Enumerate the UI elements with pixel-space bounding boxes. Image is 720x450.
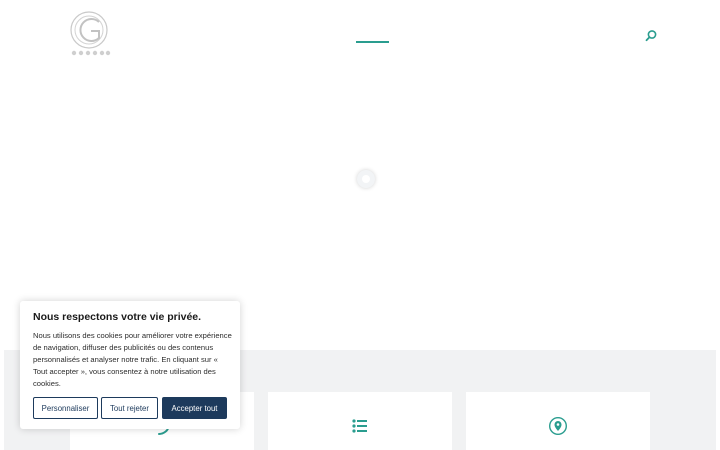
cookie-consent-banner: Nous respectons votre vie privée. Nous u…: [20, 301, 240, 429]
cookie-description: Nous utilisons des cookies pour améliore…: [33, 331, 232, 388]
list-icon: [352, 419, 367, 433]
site-logo[interactable]: [68, 8, 114, 58]
loading-spinner: [357, 170, 375, 188]
cookie-title: Nous respectons votre vie privée.: [33, 311, 202, 323]
active-nav-indicator: [356, 41, 389, 43]
customize-button[interactable]: Personnaliser: [33, 397, 98, 419]
reject-all-button[interactable]: Tout rejeter: [101, 397, 158, 419]
info-card-list[interactable]: [268, 392, 452, 450]
location-pin-icon: [548, 416, 568, 436]
search-button[interactable]: [643, 28, 659, 44]
accept-all-button[interactable]: Accepter tout: [162, 397, 227, 419]
circle-g-logo-icon: [70, 11, 111, 56]
info-card-location[interactable]: [466, 392, 650, 450]
site-header: [0, 0, 720, 70]
search-icon: [645, 30, 657, 42]
